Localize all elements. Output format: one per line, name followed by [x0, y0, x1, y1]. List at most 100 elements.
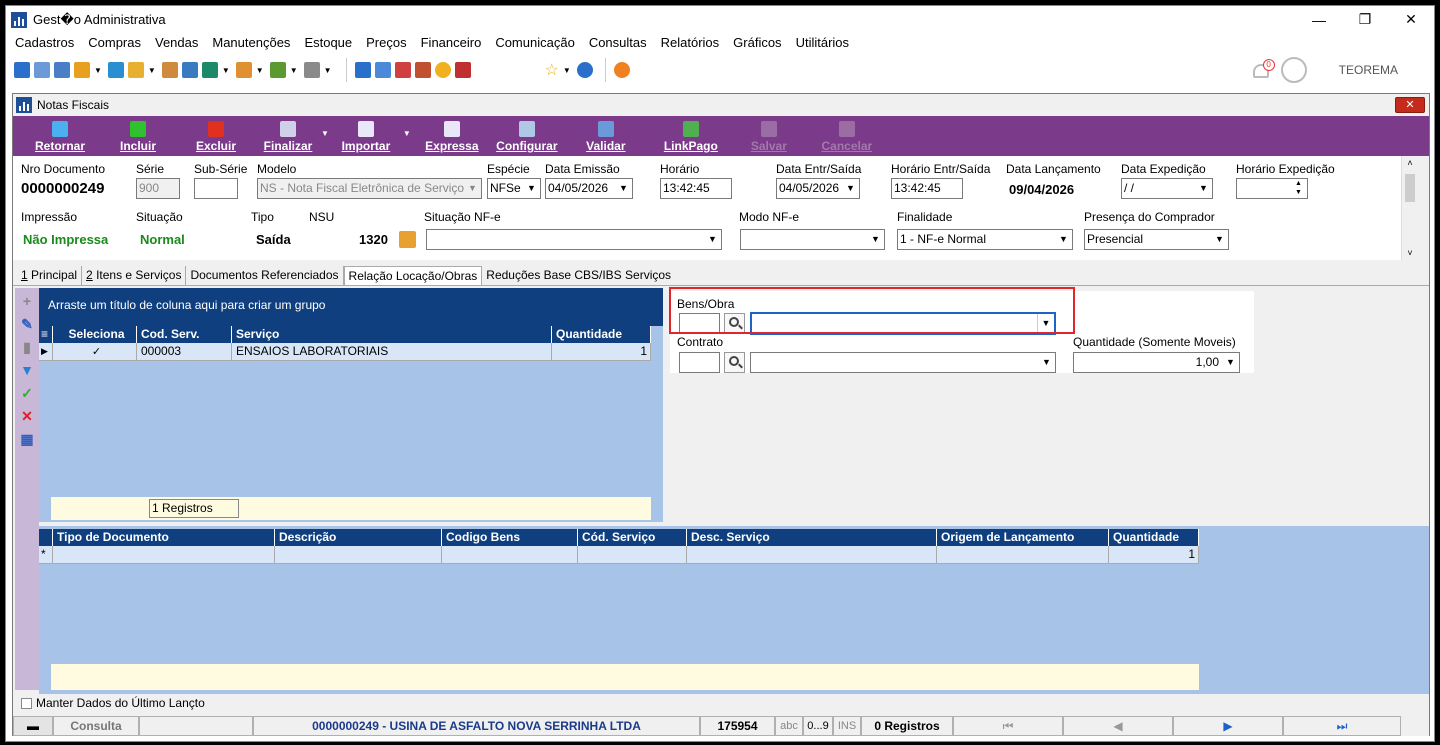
- cell-cod-servico[interactable]: [578, 546, 687, 564]
- col-codigo-bens[interactable]: Codigo Bens: [442, 529, 578, 546]
- tab-documentos-referenciados[interactable]: Documentos Referenciados: [186, 266, 344, 285]
- keep-data-checkbox[interactable]: [21, 697, 32, 709]
- notification-bell-icon[interactable]: 0: [1251, 59, 1275, 81]
- configurar-button[interactable]: Configurar: [493, 121, 561, 156]
- cell-descricao[interactable]: [275, 546, 442, 564]
- minimize-button[interactable]: —: [1296, 6, 1342, 33]
- data-entr-field[interactable]: 04/05/2026 ▼: [776, 178, 860, 199]
- close-button[interactable]: ✕: [1388, 6, 1434, 33]
- finalizar-dropdown-icon[interactable]: ▼: [321, 129, 329, 138]
- folder-icon[interactable]: [127, 62, 144, 78]
- first-record-icon[interactable]: ⏮: [953, 716, 1063, 736]
- window-icon[interactable]: [14, 62, 30, 78]
- col-cod-serv[interactable]: Cod. Serv.: [137, 326, 232, 343]
- cell-quantidade[interactable]: 1: [552, 343, 651, 361]
- spreadsheet-icon[interactable]: [354, 62, 371, 78]
- col-tipo-documento[interactable]: Tipo de Documento: [53, 529, 275, 546]
- importar-button[interactable]: Importar: [329, 121, 403, 156]
- horario-exped-field[interactable]: ▲ ▼: [1236, 178, 1308, 199]
- menu-comunicacao[interactable]: Comunicação: [495, 33, 575, 53]
- cell-codigo-bens[interactable]: [442, 546, 578, 564]
- scroll-thumb[interactable]: [1405, 174, 1415, 202]
- modelo-select[interactable]: NS - Nota Fiscal Eletrônica de Serviço ▼: [257, 178, 482, 199]
- salvar-button[interactable]: Salvar: [731, 121, 807, 156]
- user-avatar-icon[interactable]: [1280, 57, 1307, 83]
- modo-nfe-select[interactable]: ▼: [740, 229, 885, 250]
- col-quantidade[interactable]: Quantidade: [1109, 529, 1199, 546]
- edit-row-icon[interactable]: ✎: [20, 317, 34, 331]
- table-row[interactable]: ▶ ✓ 000003 ENSAIOS LABORATORIAIS 1: [39, 343, 651, 361]
- save-row-icon[interactable]: ▼: [20, 363, 34, 377]
- printer-icon[interactable]: [303, 62, 320, 78]
- child-close-button[interactable]: ✕: [1395, 97, 1425, 113]
- last-record-icon[interactable]: ⏭: [1283, 716, 1401, 736]
- cell-servico[interactable]: ENSAIOS LABORATORIAIS: [232, 343, 552, 361]
- grid-settings-icon[interactable]: ▦: [20, 432, 34, 446]
- calculator-icon[interactable]: [374, 62, 391, 78]
- menu-precos[interactable]: Preços: [366, 33, 406, 53]
- menu-vendas[interactable]: Vendas: [155, 33, 198, 53]
- horario-entr-field[interactable]: 13:42:45: [891, 178, 963, 199]
- menu-compras[interactable]: Compras: [88, 33, 141, 53]
- finalizar-button[interactable]: Finalizar: [255, 121, 321, 156]
- col-descricao[interactable]: Descrição: [275, 529, 442, 546]
- menu-relatorios[interactable]: Relatórios: [661, 33, 720, 53]
- keep-data-option[interactable]: Manter Dados do Último Lançto: [21, 696, 205, 710]
- cancelar-button[interactable]: Cancelar: [807, 121, 887, 156]
- especie-select[interactable]: NFSe ▼: [487, 178, 541, 199]
- col-quantidade[interactable]: Quantidade: [552, 326, 651, 343]
- menu-estoque[interactable]: Estoque: [304, 33, 352, 53]
- data-emissao-field[interactable]: 04/05/2026 ▼: [545, 178, 633, 199]
- finalidade-select[interactable]: 1 - NF-e Normal ▼: [897, 229, 1073, 250]
- spinner-icon[interactable]: ▲ ▼: [1290, 179, 1307, 198]
- menu-utilitarios[interactable]: Utilitários: [796, 33, 849, 53]
- contrato-select[interactable]: ▼: [750, 352, 1056, 373]
- validar-button[interactable]: Validar: [561, 121, 651, 156]
- col-cod-servico[interactable]: Cód. Serviço: [578, 529, 687, 546]
- col-seleciona[interactable]: Seleciona: [53, 326, 137, 343]
- linkpago-button[interactable]: LinkPago: [651, 121, 731, 156]
- document-icon[interactable]: [107, 62, 124, 78]
- tab-principal[interactable]: 1 Principal: [17, 266, 83, 285]
- menu-manutencoes[interactable]: Manutenções: [212, 33, 290, 53]
- situacao-nfe-select[interactable]: ▼: [426, 229, 722, 250]
- cell-tipo-documento[interactable]: [53, 546, 275, 564]
- refresh-icon[interactable]: [399, 231, 416, 248]
- col-origem-lancamento[interactable]: Origem de Lançamento: [937, 529, 1109, 546]
- confirm-check-icon[interactable]: ✓: [20, 386, 34, 400]
- cart-icon[interactable]: [201, 62, 218, 78]
- delete-row-icon[interactable]: ▮: [20, 340, 34, 354]
- money-icon[interactable]: [269, 62, 286, 78]
- cell-desc-servico[interactable]: [687, 546, 937, 564]
- cell-cod-serv[interactable]: 000003: [137, 343, 232, 361]
- cancel-x-icon[interactable]: ✕: [20, 409, 34, 423]
- cell-origem-lancamento[interactable]: [937, 546, 1109, 564]
- next-record-icon[interactable]: ▶: [1173, 716, 1283, 736]
- power-icon[interactable]: [613, 62, 630, 78]
- previous-record-icon[interactable]: ◀: [1063, 716, 1173, 736]
- menu-cadastros[interactable]: Cadastros: [15, 33, 74, 53]
- col-servico[interactable]: Serviço: [232, 326, 552, 343]
- new-row[interactable]: * 1: [39, 546, 1199, 564]
- horario-field[interactable]: 13:42:45: [660, 178, 732, 199]
- building-icon[interactable]: [181, 62, 198, 78]
- data-exped-field[interactable]: / / ▼: [1121, 178, 1213, 199]
- scroll-down-icon[interactable]: ˅: [1402, 248, 1418, 258]
- subserie-field[interactable]: [194, 178, 238, 199]
- menu-graficos[interactable]: Gráficos: [733, 33, 781, 53]
- scroll-up-icon[interactable]: ˄: [1402, 158, 1418, 168]
- quantidade-field[interactable]: 1,00 ▼: [1073, 352, 1240, 373]
- presenca-select[interactable]: Presencial ▼: [1084, 229, 1229, 250]
- contrato-search-button[interactable]: [724, 352, 745, 373]
- card-icon[interactable]: [54, 62, 70, 78]
- star-icon[interactable]: ☆: [545, 60, 559, 80]
- importar-dropdown-icon[interactable]: ▼: [403, 129, 411, 138]
- add-row-icon[interactable]: +: [20, 294, 34, 308]
- col-desc-servico[interactable]: Desc. Serviço: [687, 529, 937, 546]
- tab-relacao-locacao-obras[interactable]: Relação Locação/Obras: [343, 266, 483, 285]
- serie-field[interactable]: 900: [136, 178, 180, 199]
- tab-reducoes-base[interactable]: Reduções Base CBS/IBS Serviços: [482, 266, 675, 285]
- person-icon[interactable]: [161, 62, 178, 78]
- menu-consultas[interactable]: Consultas: [589, 33, 647, 53]
- retornar-button[interactable]: Retornar: [21, 121, 99, 156]
